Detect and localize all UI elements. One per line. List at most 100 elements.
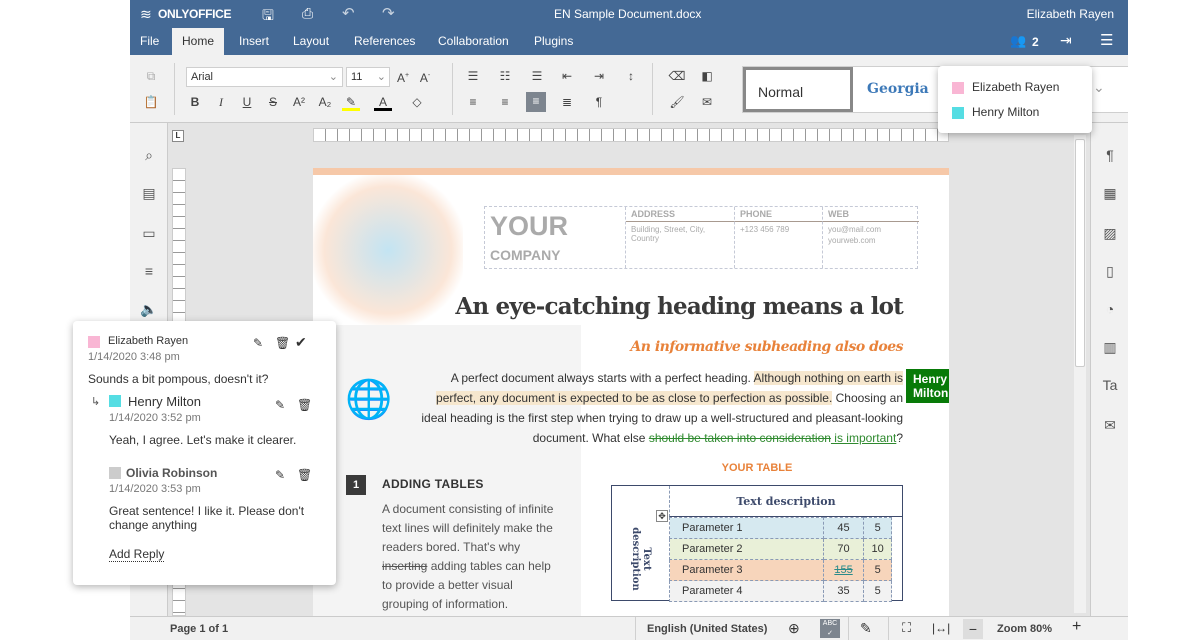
font-name-select[interactable]: Arial ⌄ [186,67,343,87]
undo-icon[interactable]: ↶ [342,4,355,22]
copy-icon[interactable]: ⧉ [142,67,160,85]
reply-author: Olivia Robinson [126,466,218,480]
tab-collaboration[interactable]: Collaboration [428,28,519,55]
navigation-icon[interactable]: ≡ [139,261,159,281]
track-changes-icon[interactable]: ✎ [860,620,872,637]
table-settings-icon[interactable]: ▦ [1100,183,1120,203]
shading-icon[interactable]: ◇ [408,93,426,111]
comments-icon[interactable]: ▤ [139,183,159,203]
tab-layout[interactable]: Layout [283,28,339,55]
text-art-icon[interactable]: Ta [1100,375,1120,395]
phone-value: +123 456 789 [740,225,790,234]
resolve-icon[interactable]: ✔ [295,334,307,351]
copy-style-icon[interactable]: 🖌 [668,93,686,111]
numbering-icon[interactable]: ☷ [496,67,514,85]
header-footer-icon[interactable]: ▯ [1100,261,1120,281]
color-scheme-icon[interactable]: ◧ [698,67,716,85]
paragraph-marks-icon[interactable]: ¶ [590,93,608,111]
table-body: Parameter 1 45 5 Parameter 2 70 10 Parameter… [669,517,892,602]
scrollbar-thumb[interactable] [1075,139,1085,367]
styles-expand-icon[interactable]: ⌄ [1093,79,1105,96]
paragraph-settings-icon[interactable]: ¶ [1100,145,1120,165]
reply-date: 1/14/2020 3:52 pm [109,412,201,424]
open-location-icon[interactable]: ⇥ [1060,32,1072,49]
clear-style-icon[interactable]: ⌫ [668,67,686,85]
fit-page-icon[interactable]: ⛶ [902,620,911,636]
subscript-icon[interactable]: A₂ [316,93,334,111]
strikethrough-icon[interactable]: S [264,93,282,111]
edit-icon[interactable]: ✎ [275,398,285,412]
image-settings-icon[interactable]: ▨ [1100,223,1120,243]
highlight-icon[interactable]: ✎ [342,93,360,111]
tab-references[interactable]: References [344,28,425,55]
tab-stop-icon[interactable]: L [172,130,184,142]
table-row: Parameter 2 70 10 [669,538,892,560]
align-left-icon[interactable]: ≡ [464,93,482,111]
spellcheck-icon[interactable]: ABC ✓ [820,619,840,638]
font-size-value: 11 [351,71,363,83]
tab-insert[interactable]: Insert [229,28,279,55]
menu-icon[interactable]: ☰ [1100,31,1113,49]
document-heading: An eye-catching heading means a lot [455,293,903,320]
mail-merge-icon[interactable]: ✉ [698,93,716,111]
language-select[interactable]: English (United States) [647,623,767,635]
chart-settings-icon[interactable]: ▥ [1100,337,1120,357]
paste-icon[interactable]: 📋 [142,93,160,111]
increase-indent-icon[interactable]: ⇥ [590,67,608,85]
superscript-icon[interactable]: A² [290,93,308,111]
bold-icon[interactable]: B [186,93,204,111]
edit-icon[interactable]: ✎ [275,468,285,482]
search-icon[interactable]: ⌕ [139,145,159,165]
users-count[interactable]: 2 [1032,35,1039,49]
edit-icon[interactable]: ✎ [253,336,263,350]
fit-width-icon[interactable]: |↔| [932,621,950,635]
font-color-icon[interactable]: A [374,93,392,111]
online-user: Henry Milton [952,105,1039,119]
delete-icon[interactable]: 🗑 [297,398,312,412]
globe-icon[interactable]: ⊕ [788,620,800,637]
speaker-icon[interactable]: 🔈 [139,299,159,319]
intro-paragraph: A perfect document always starts with a … [421,371,903,445]
align-right-icon[interactable]: ≡ [526,92,546,112]
divider [452,63,453,115]
increase-font-icon[interactable]: A+ [394,67,412,85]
add-reply-link[interactable]: Add Reply [109,547,165,562]
zoom-in-button[interactable]: + [1072,618,1081,636]
print-icon[interactable]: ⎙ [302,5,313,22]
decrease-indent-icon[interactable]: ⇤ [558,67,576,85]
online-users-popup: Elizabeth Rayen Henry Milton [938,66,1092,133]
horizontal-ruler[interactable] [313,128,949,142]
logo: ONLYOFFICE [158,7,232,21]
font-size-select[interactable]: 11 ⌄ [346,67,390,87]
current-user[interactable]: Elizabeth Rayen [1027,7,1114,21]
table-move-icon[interactable]: ✥ [656,510,668,522]
comment-date: 1/14/2020 3:48 pm [88,351,180,363]
underline-icon[interactable]: U [238,93,256,111]
shape-settings-icon[interactable]: ◔ [1100,299,1120,319]
data-table[interactable]: Text description Text description Parame… [611,485,903,602]
tab-plugins[interactable]: Plugins [524,28,583,55]
mail-merge-icon[interactable]: ✉ [1100,415,1120,435]
redo-icon[interactable]: ↷ [382,4,395,22]
zoom-out-button[interactable]: − [963,619,983,639]
italic-icon[interactable]: I [212,93,230,111]
delete-icon[interactable]: 🗑 [297,468,312,482]
users-icon[interactable]: 👥 [1010,33,1026,49]
multilevel-list-icon[interactable]: ☰ [528,67,546,85]
online-user: Elizabeth Rayen [952,80,1059,94]
decrease-font-icon[interactable]: A- [416,67,434,85]
chat-icon[interactable]: ▭ [139,223,159,243]
tab-home[interactable]: Home [172,28,225,55]
document-page[interactable]: YOUR COMPANY ADDRESS Building, Street, C… [313,168,949,618]
align-center-icon[interactable]: ≡ [496,93,514,111]
style-normal[interactable]: Normal [743,67,853,112]
divider [174,63,175,115]
vertical-scrollbar[interactable] [1074,135,1086,613]
delete-icon[interactable]: 🗑 [275,336,290,350]
save-icon[interactable]: 🖫 [262,5,274,29]
style-georgia[interactable]: Georgia [867,81,929,97]
tab-file[interactable]: File [130,28,169,55]
bullets-icon[interactable]: ☰ [464,67,482,85]
line-spacing-icon[interactable]: ↕ [622,67,640,85]
justify-icon[interactable]: ≣ [558,93,576,111]
